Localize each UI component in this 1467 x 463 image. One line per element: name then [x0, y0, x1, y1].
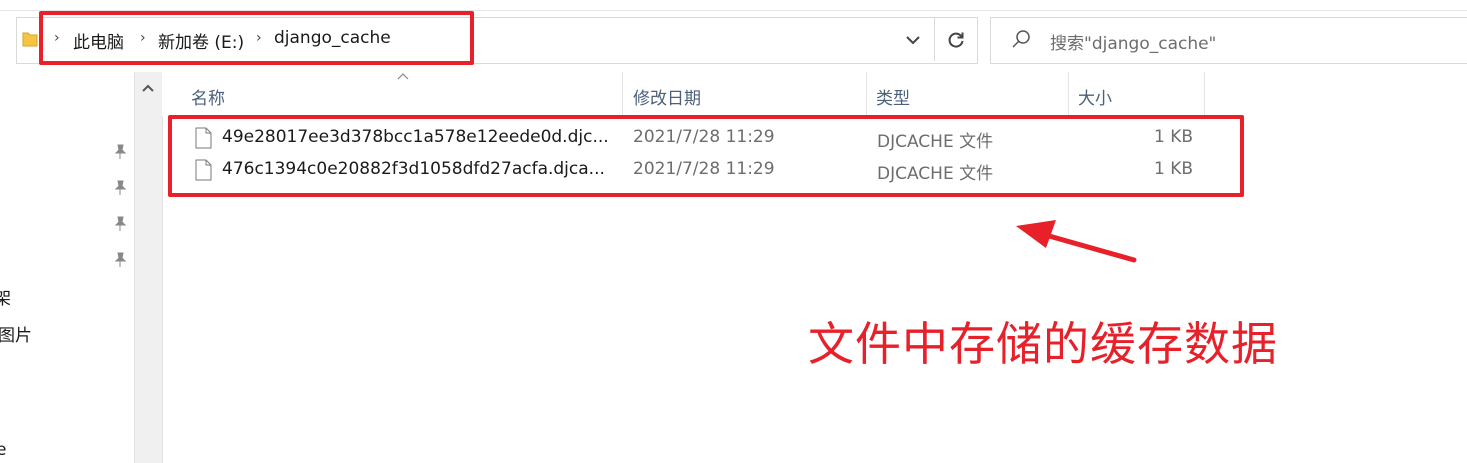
annotation-highlight-path	[39, 11, 474, 65]
column-divider[interactable]	[866, 72, 867, 116]
column-header-size[interactable]: 大小	[1078, 84, 1112, 109]
nav-item-fragment[interactable]: 架	[0, 284, 11, 309]
chevron-down-icon	[906, 35, 920, 44]
column-header-name[interactable]: 名称	[191, 84, 225, 109]
column-header-type[interactable]: 类型	[876, 84, 910, 109]
nav-item-fragment[interactable]: 图片	[0, 321, 32, 346]
pin-icon[interactable]	[111, 215, 129, 233]
annotation-text: 文件中存储的缓存数据	[808, 317, 1278, 371]
sort-ascending-icon	[397, 73, 409, 80]
column-header-row	[162, 72, 1467, 116]
address-history-button[interactable]	[893, 18, 933, 61]
nav-item-fragment[interactable]: e	[0, 440, 6, 460]
scroll-up-button[interactable]	[134, 76, 161, 100]
pin-icon[interactable]	[111, 251, 129, 269]
nav-scrollbar[interactable]	[134, 72, 163, 463]
column-divider[interactable]	[622, 72, 623, 116]
folder-icon	[22, 32, 38, 47]
search-input[interactable]: 搜索"django_cache"	[1050, 29, 1216, 54]
pin-icon[interactable]	[111, 179, 129, 197]
pin-icon[interactable]	[111, 143, 129, 161]
column-divider[interactable]	[1204, 72, 1205, 116]
search-icon	[1012, 30, 1030, 48]
arrow-icon	[1016, 220, 1137, 263]
refresh-icon	[948, 32, 964, 48]
column-divider[interactable]	[1068, 72, 1069, 116]
title-bar-strip	[0, 0, 1467, 11]
refresh-button[interactable]	[934, 18, 977, 61]
column-header-modified[interactable]: 修改日期	[633, 84, 701, 109]
chevron-up-icon	[141, 84, 154, 92]
annotation-highlight-files	[168, 115, 1244, 197]
